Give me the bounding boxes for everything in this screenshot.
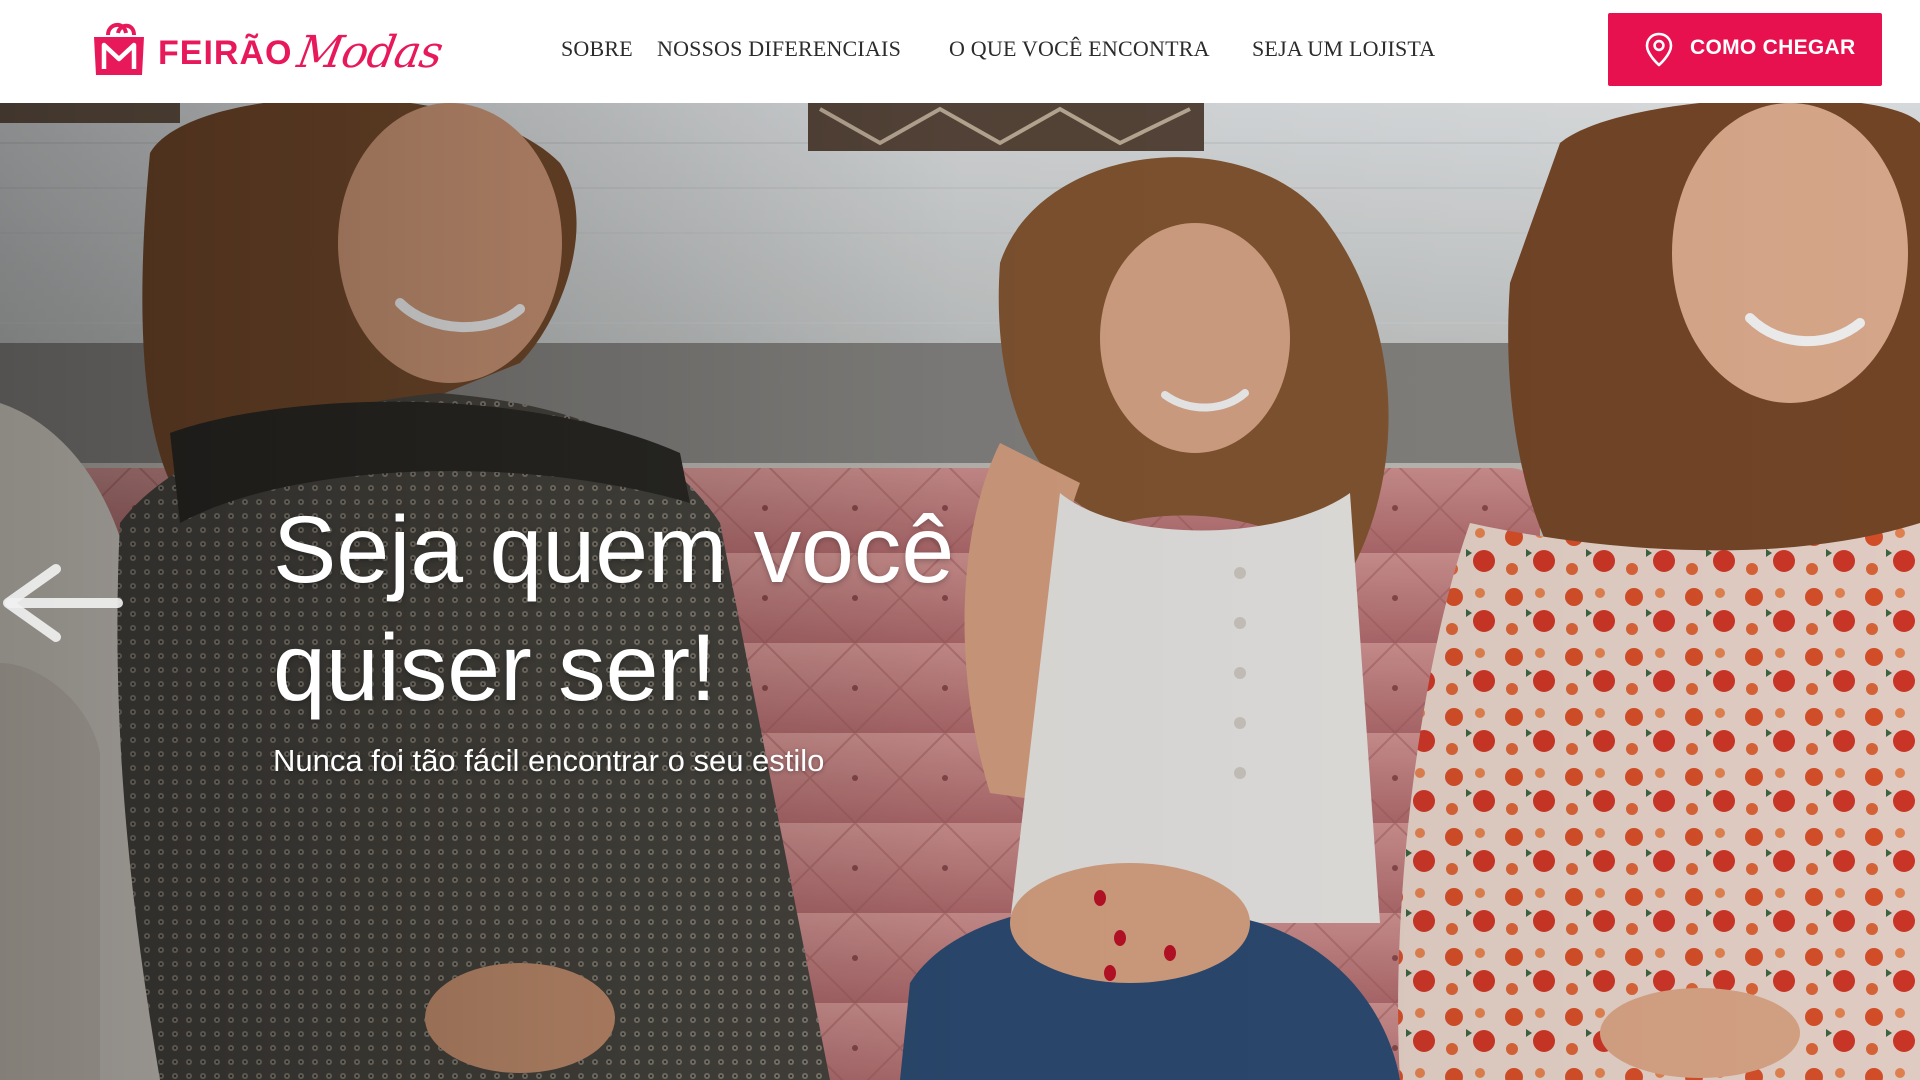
arrow-left-icon[interactable]: [0, 553, 124, 653]
como-chegar-button[interactable]: COMO CHEGAR: [1608, 13, 1882, 86]
nav-link-diferenciais[interactable]: NOSSOS DIFERENCIAIS: [657, 36, 901, 62]
hero-banner: Seja quem você quiser ser! Nunca foi tão…: [0, 103, 1920, 1080]
site-header: FEIRÃO Modas SOBRE NOSSOS DIFERENCIAIS O…: [0, 0, 1920, 103]
hero-subtitle: Nunca foi tão fácil encontrar o seu esti…: [273, 743, 825, 778]
nav-link-o-que-voce-encontra[interactable]: O QUE VOCÊ ENCONTRA: [949, 36, 1210, 62]
map-pin-icon: [1645, 32, 1673, 66]
como-chegar-label: COMO CHEGAR: [1690, 35, 1856, 59]
nav-link-sobre[interactable]: SOBRE: [561, 36, 633, 62]
hero-title: Seja quem você quiser ser!: [273, 497, 955, 721]
nav-link-seja-um-lojista[interactable]: SEJA UM LOJISTA: [1252, 36, 1435, 62]
